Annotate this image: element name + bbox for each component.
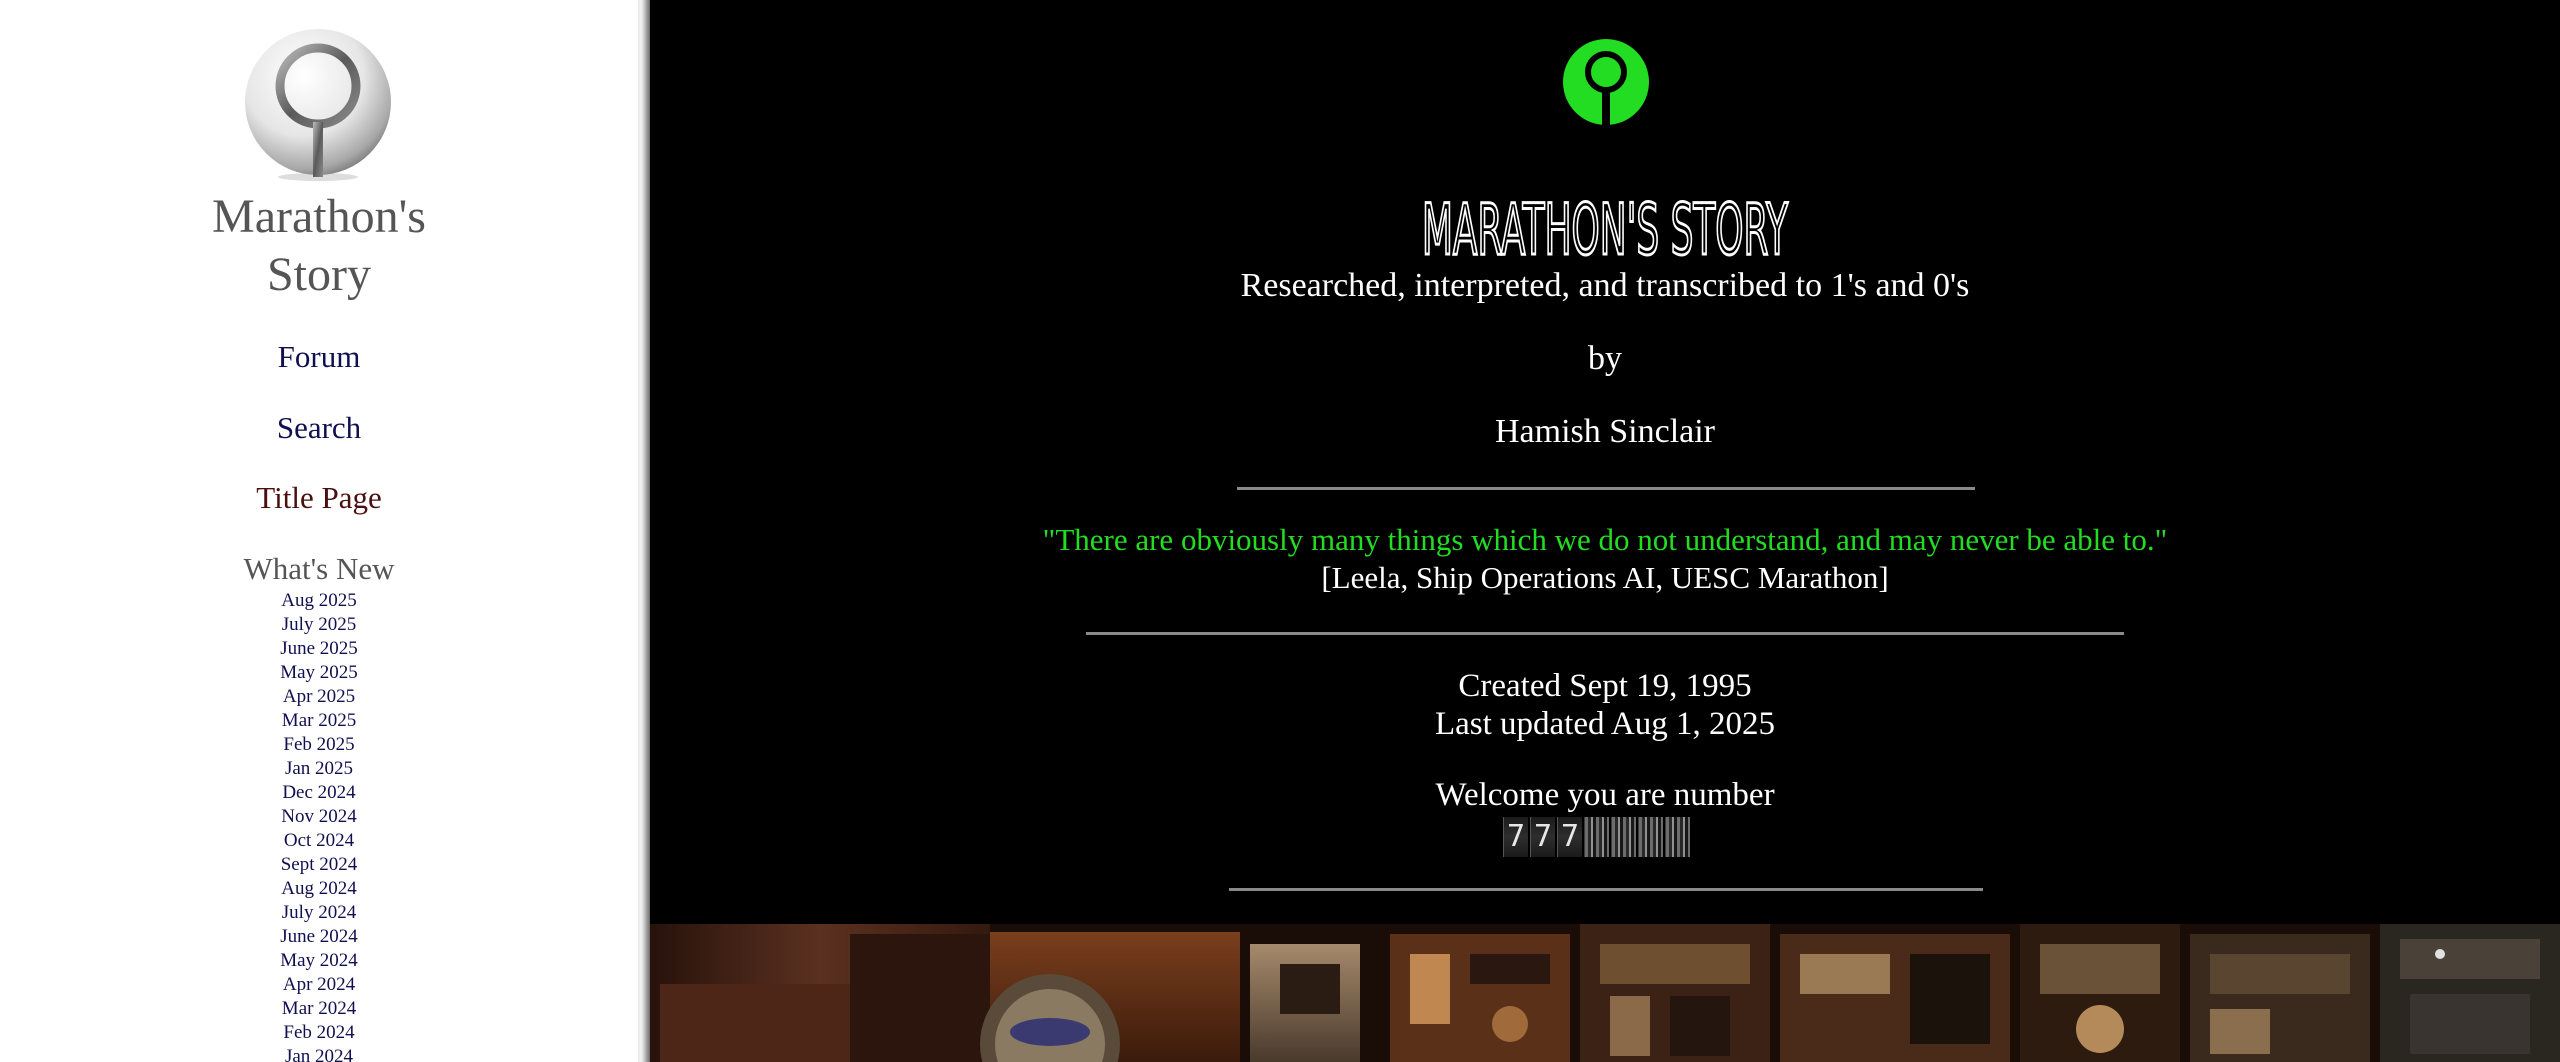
month-link[interactable]: Jan 2025 — [0, 757, 638, 781]
counter-digit: 7 — [1503, 817, 1528, 857]
nav-link-forum[interactable]: Forum — [0, 338, 638, 376]
horizontal-rule — [1237, 487, 1975, 490]
counter-digit-rolling — [1584, 817, 1609, 857]
ship-interior-image — [650, 924, 2560, 1062]
counter-digit: 7 — [1530, 817, 1555, 857]
visitor-counter: 7 7 7 — [1503, 817, 1690, 857]
month-link[interactable]: June 2024 — [0, 925, 638, 949]
month-link[interactable]: Jan 2024 — [0, 1045, 638, 1062]
month-link[interactable]: Mar 2025 — [0, 709, 638, 733]
marathon-logo-green-icon — [1562, 38, 1650, 126]
site-title-line2: Story — [266, 248, 371, 301]
month-link[interactable]: Aug 2025 — [0, 589, 638, 613]
author-name: Hamish Sinclair — [1494, 413, 1716, 450]
last-updated-date: Last updated Aug 1, 2025 — [1434, 706, 1776, 742]
nav-link-title-page[interactable]: Title Page — [0, 479, 638, 517]
horizontal-rule — [1229, 888, 1983, 891]
counter-digit-rolling — [1638, 817, 1663, 857]
nav-frame[interactable]: Marathon's Story Forum Search Title Page… — [0, 0, 638, 1062]
month-link[interactable]: May 2024 — [0, 949, 638, 973]
month-link[interactable]: Oct 2024 — [0, 829, 638, 853]
main-frame[interactable]: MARATHON'S STORY Researched, interpreted… — [650, 0, 2560, 1062]
frameset: Marathon's Story Forum Search Title Page… — [0, 0, 2560, 1062]
welcome-text: Welcome you are number — [1435, 777, 1775, 813]
counter-digit-rolling — [1665, 817, 1690, 857]
month-link[interactable]: May 2025 — [0, 661, 638, 685]
month-link[interactable]: Nov 2024 — [0, 805, 638, 829]
site-title: Marathon's Story — [0, 188, 638, 304]
banner-title-text: MARATHON'S STORY — [1422, 189, 1788, 260]
by-line: by — [1588, 340, 1622, 377]
marathon-logo-icon[interactable] — [243, 22, 393, 182]
month-link[interactable]: Feb 2024 — [0, 1021, 638, 1045]
counter-digit-rolling — [1611, 817, 1636, 857]
month-link[interactable]: Mar 2024 — [0, 997, 638, 1021]
whats-new-heading: What's New — [243, 551, 395, 586]
month-link[interactable]: Dec 2024 — [0, 781, 638, 805]
month-link[interactable]: July 2024 — [0, 901, 638, 925]
horizontal-rule — [1086, 632, 2124, 635]
month-link[interactable]: July 2025 — [0, 613, 638, 637]
banner-title-image: MARATHON'S STORY — [1421, 188, 1790, 261]
quote-attribution: [Leela, Ship Operations AI, UESC Maratho… — [1321, 560, 1889, 595]
month-link[interactable]: Feb 2025 — [0, 733, 638, 757]
created-date: Created Sept 19, 1995 — [1458, 668, 1752, 704]
month-link[interactable]: Aug 2024 — [0, 877, 638, 901]
subtitle: Researched, interpreted, and transcribed… — [1240, 267, 1970, 304]
frame-divider[interactable] — [638, 0, 650, 1062]
quote: "There are obviously many things which w… — [1042, 522, 2168, 557]
month-link[interactable]: Sept 2024 — [0, 853, 638, 877]
month-link[interactable]: June 2025 — [0, 637, 638, 661]
month-list: Aug 2025 July 2025 June 2025 May 2025 Ap… — [0, 589, 638, 1062]
nav-link-search[interactable]: Search — [0, 409, 638, 447]
month-link[interactable]: Apr 2025 — [0, 685, 638, 709]
month-link[interactable]: Apr 2024 — [0, 973, 638, 997]
site-title-line1: Marathon's — [212, 190, 426, 243]
counter-digit: 7 — [1557, 817, 1582, 857]
